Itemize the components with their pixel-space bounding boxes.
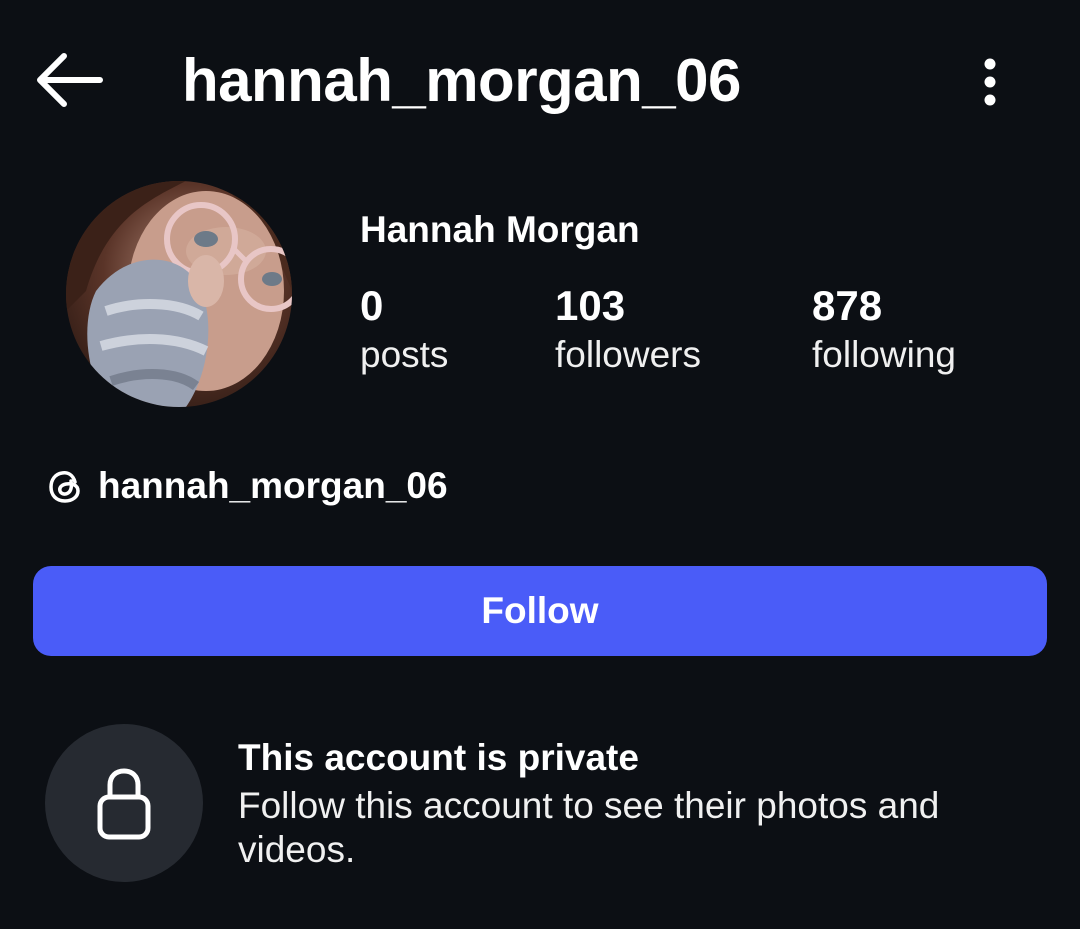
threads-handle: hannah_morgan_06 xyxy=(98,465,448,506)
following-label: following xyxy=(812,334,956,375)
threads-icon xyxy=(49,471,80,503)
more-vertical-icon xyxy=(984,58,996,106)
lock-badge xyxy=(45,724,203,882)
more-options-button[interactable] xyxy=(968,52,1012,112)
page-title: hannah_morgan_06 xyxy=(182,47,741,114)
display-name: Hannah Morgan xyxy=(360,209,640,250)
private-account-title: This account is private xyxy=(238,737,639,778)
posts-count: 0 xyxy=(360,282,384,329)
following-count: 878 xyxy=(812,282,883,329)
followers-stat[interactable]: 103 followers xyxy=(555,282,701,380)
lock-icon xyxy=(97,768,151,840)
back-button[interactable] xyxy=(30,50,106,110)
top-bar: hannah_morgan_06 xyxy=(0,0,1080,165)
posts-label: posts xyxy=(360,334,449,375)
posts-stat: 0 posts xyxy=(360,282,448,380)
threads-profile-link[interactable]: hannah_morgan_06 xyxy=(46,460,448,512)
follow-button[interactable]: Follow xyxy=(33,566,1047,656)
arrow-left-icon xyxy=(37,53,103,107)
followers-count: 103 xyxy=(555,282,626,329)
following-stat[interactable]: 878 following xyxy=(812,282,956,380)
avatar[interactable] xyxy=(66,181,292,407)
followers-label: followers xyxy=(555,334,701,375)
profile-photo xyxy=(66,181,292,407)
private-account-description: Follow this account to see their photos … xyxy=(238,785,940,870)
profile-screen: hannah_morgan_06 Hannah Morgan 0 posts 1… xyxy=(0,0,1080,929)
